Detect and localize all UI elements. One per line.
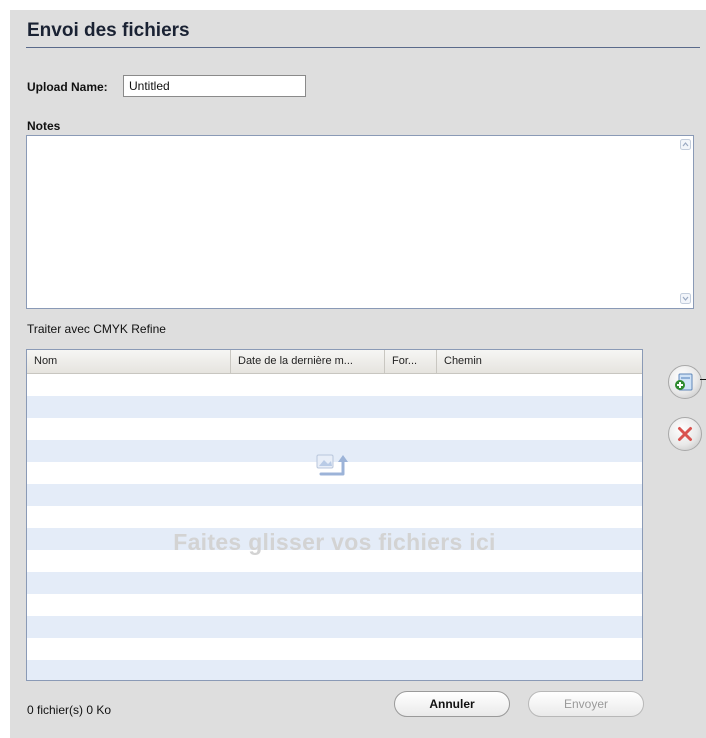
- table-body[interactable]: Faites glisser vos fichiers ici: [27, 374, 642, 680]
- drop-files-hint: Faites glisser vos fichiers ici: [173, 529, 496, 555]
- table-row: [27, 396, 642, 418]
- table-row: [27, 638, 642, 660]
- column-header-name[interactable]: Nom: [27, 350, 231, 373]
- cancel-button[interactable]: Annuler: [394, 691, 510, 717]
- process-with-label: Traiter avec CMYK Refine: [27, 322, 166, 336]
- column-header-format[interactable]: For...: [385, 350, 437, 373]
- upload-name-label: Upload Name:: [27, 80, 108, 94]
- upload-files-icon: [316, 454, 348, 476]
- scroll-up-arrow-icon[interactable]: [680, 139, 691, 150]
- table-row: [27, 418, 642, 440]
- file-table[interactable]: Nom Date de la dernière m... For... Chem…: [26, 349, 643, 681]
- file-count-status: 0 fichier(s) 0 Ko: [27, 703, 112, 717]
- remove-file-button[interactable]: [668, 417, 702, 451]
- table-header: Nom Date de la dernière m... For... Chem…: [27, 350, 642, 374]
- add-file-icon: [675, 373, 693, 391]
- dialog-title: Envoi des fichiers: [27, 20, 190, 41]
- table-row: [27, 572, 642, 594]
- upload-name-input[interactable]: [123, 75, 306, 97]
- column-header-date[interactable]: Date de la dernière m...: [231, 350, 385, 373]
- table-row: [27, 616, 642, 638]
- upload-dialog: Envoi des fichiers Upload Name: Notes Tr…: [10, 10, 706, 738]
- table-row: [27, 594, 642, 616]
- add-file-button[interactable]: [668, 365, 702, 399]
- notes-scrollbar[interactable]: [678, 136, 693, 308]
- table-row: [27, 506, 642, 528]
- notes-textarea[interactable]: [26, 135, 694, 309]
- scroll-down-arrow-icon[interactable]: [680, 293, 691, 304]
- notes-label: Notes: [27, 119, 61, 133]
- table-row: [27, 484, 642, 506]
- table-row: [27, 374, 642, 396]
- send-button[interactable]: Envoyer: [528, 691, 644, 717]
- column-header-path[interactable]: Chemin: [437, 350, 642, 373]
- table-row: [27, 660, 642, 680]
- remove-icon: [678, 427, 692, 441]
- title-divider: [26, 47, 700, 48]
- callout-line: [700, 379, 706, 380]
